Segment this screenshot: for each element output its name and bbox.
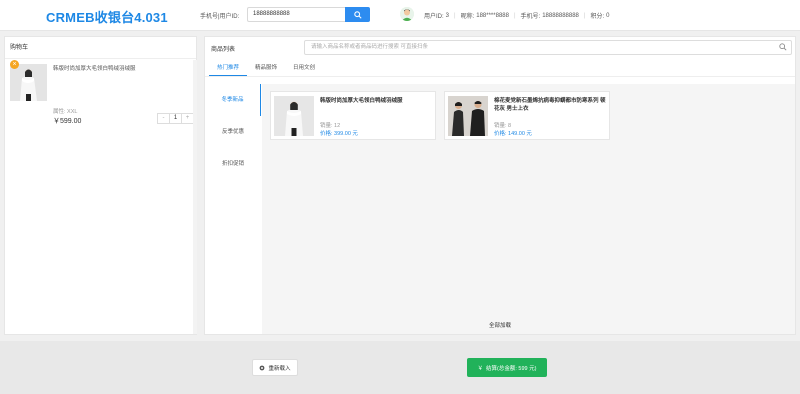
search-icon[interactable] bbox=[779, 43, 787, 57]
phone-label: 手机号: bbox=[520, 14, 541, 20]
divider: | bbox=[583, 12, 586, 19]
cart-item-attr: 属性: XXL bbox=[53, 109, 78, 115]
product-name: 韩版时尚加厚大毛领白鸭绒羽绒服 bbox=[320, 98, 403, 104]
goods-search-input[interactable]: 请输入商品名称或者商品码进行搜索 可直接扫条 bbox=[304, 40, 792, 55]
search-icon bbox=[353, 10, 362, 19]
points-label: 积分: bbox=[590, 14, 605, 20]
checkout-button[interactable]: ￥ 结算(总金额: 599 元) bbox=[467, 358, 547, 377]
top-header: CRMEB收银台4.031 手机号|用户ID: 18888888888 用户ID… bbox=[0, 0, 800, 31]
product-name: 棉花麦党新石墨烯抗病毒抑螨都市防寒系列 顿花灰 男士上衣 bbox=[494, 98, 606, 112]
product-sales: 销量: 8 bbox=[494, 123, 512, 129]
category-item-winter[interactable]: 冬季新品 bbox=[205, 84, 261, 116]
quantity-input[interactable]: 1 bbox=[169, 114, 182, 123]
divider: | bbox=[513, 12, 516, 19]
user-avatar bbox=[400, 7, 414, 21]
quantity-minus-button[interactable]: - bbox=[158, 114, 169, 123]
product-card[interactable]: 韩版时尚加厚大毛领白鸭绒羽绒服 销量: 12 价格: 399.00 元 bbox=[270, 91, 436, 140]
divider: | bbox=[454, 12, 456, 19]
points-value: 0 bbox=[606, 12, 610, 19]
member-search-label: 手机号|用户ID: bbox=[200, 14, 240, 20]
user-info-bar: 用户ID: 3 | 昵称: 188****8888 | 手机号: 1888888… bbox=[424, 11, 610, 21]
category-list: 冬季新品 反季优惠 折扣促销 bbox=[205, 84, 261, 334]
product-sales: 销量: 12 bbox=[320, 123, 341, 129]
user-id-value: 3 bbox=[445, 12, 450, 19]
checkout-label: 结算(总金额: 599 元) bbox=[486, 365, 537, 372]
cart-panel: 购物车 × 韩版时尚加厚大毛领白鸭绒羽绒服 属性: XXL ￥599.00 - … bbox=[4, 36, 197, 335]
member-search-button[interactable] bbox=[345, 7, 370, 22]
product-card[interactable]: 棉花麦党新石墨烯抗病毒抑螨都市防寒系列 顿花灰 男士上衣 销量: 8 价格: 1… bbox=[444, 91, 610, 140]
load-all-link[interactable]: 全部加载 bbox=[205, 321, 795, 329]
brand-logo: CRMEB收银台4.031 bbox=[46, 10, 168, 25]
quantity-plus-button[interactable]: + bbox=[182, 114, 193, 123]
user-id-label: 用户ID: bbox=[424, 14, 444, 20]
tab-hot[interactable]: 热门推荐 bbox=[209, 59, 248, 76]
product-image bbox=[448, 96, 488, 136]
nickname-value: 188****8888 bbox=[476, 12, 509, 19]
cart-item-image bbox=[10, 64, 47, 101]
cart-remove-button[interactable]: × bbox=[10, 60, 19, 69]
product-price: 价格: 399.00 元 bbox=[320, 131, 358, 137]
category-item-discount[interactable]: 折扣促销 bbox=[205, 148, 261, 180]
goods-tabs: 热门推荐 精品服饰 日用文创 bbox=[205, 59, 795, 77]
cart-item-name: 韩版时尚加厚大毛领白鸭绒羽绒服 bbox=[53, 66, 136, 72]
cart-item: × 韩版时尚加厚大毛领白鸭绒羽绒服 属性: XXL ￥599.00 - 1 + bbox=[5, 60, 194, 144]
phone-value: 18888888888 bbox=[542, 12, 579, 19]
category-item-offseason[interactable]: 反季优惠 bbox=[205, 116, 261, 148]
footer-bar bbox=[0, 341, 800, 394]
goods-title: 商品列表 bbox=[211, 47, 236, 53]
tab-daily[interactable]: 日用文创 bbox=[285, 59, 323, 76]
currency-icon: ￥ bbox=[477, 365, 484, 372]
product-image bbox=[274, 96, 314, 136]
goods-panel: 商品列表 请输入商品名称或者商品码进行搜索 可直接扫条 热门推荐 精品服饰 日用… bbox=[204, 36, 796, 335]
tab-clothing[interactable]: 精品服饰 bbox=[247, 59, 285, 76]
reload-label: 重新载入 bbox=[268, 365, 291, 372]
cart-item-price: ￥599.00 bbox=[53, 118, 82, 125]
cart-title: 购物车 bbox=[5, 37, 196, 59]
settings-icon bbox=[260, 365, 265, 370]
member-search-input[interactable]: 18888888888 bbox=[247, 7, 345, 22]
cart-scrollbar[interactable] bbox=[193, 60, 197, 334]
nickname-label: 昵称: bbox=[460, 14, 475, 20]
reload-button[interactable]: 重新载入 bbox=[252, 359, 298, 376]
goods-grid: 韩版时尚加厚大毛领白鸭绒羽绒服 销量: 12 价格: 399.00 元 棉花麦党… bbox=[262, 84, 795, 334]
product-price: 价格: 149.00 元 bbox=[494, 131, 532, 137]
quantity-stepper: - 1 + bbox=[157, 113, 194, 124]
